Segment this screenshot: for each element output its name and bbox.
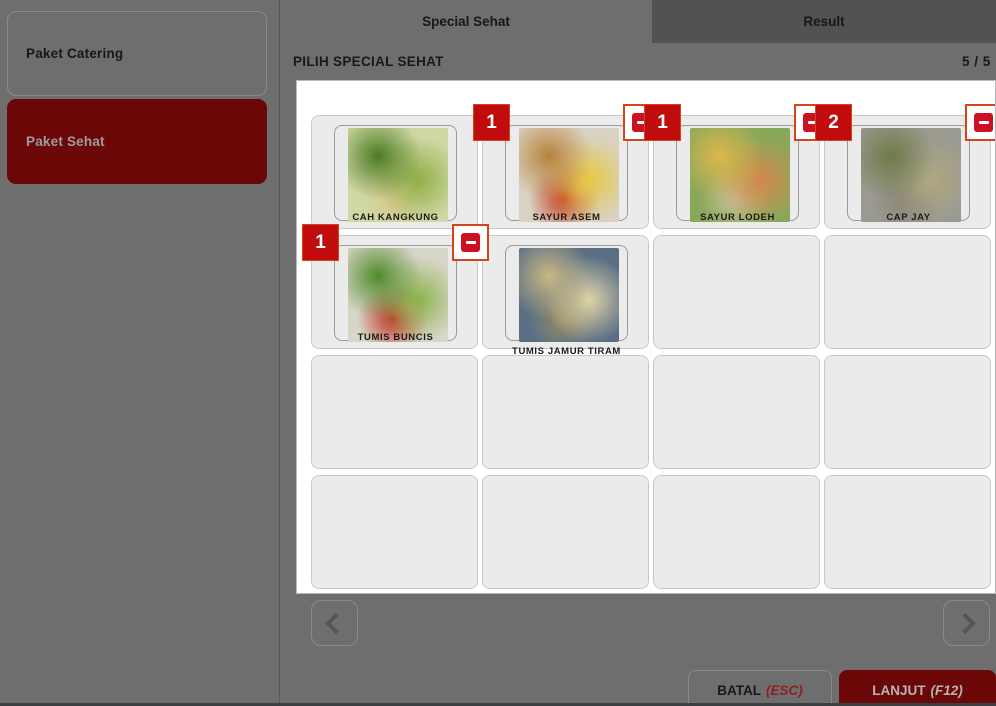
- menu-item-image: [519, 248, 619, 342]
- menu-card[interactable]: TUMIS BUNCIS 1: [302, 224, 489, 349]
- sidebar-item-paket-sehat[interactable]: Paket Sehat: [7, 99, 267, 184]
- menu-grid: CAH KANGKUNG SAYUR ASEM 1 SAYUR LODEH 1 CAP J…: [302, 104, 995, 593]
- menu-item-label: TUMIS BUNCIS: [357, 332, 434, 343]
- sidebar-item-paket-catering[interactable]: Paket Catering: [7, 11, 267, 96]
- menu-card-thumb-frame: TUMIS BUNCIS: [334, 245, 457, 343]
- decrease-quantity-button[interactable]: [965, 104, 995, 141]
- quantity-badge: 2: [815, 104, 852, 141]
- selection-counter: 5 / 5: [962, 54, 991, 69]
- menu-item-image: [519, 128, 619, 222]
- app-root: Paket Catering Paket Sehat Special Sehat…: [0, 0, 996, 706]
- quantity-badge: 1: [644, 104, 681, 141]
- minus-icon-bar: [465, 241, 476, 244]
- menu-card-empty: [311, 475, 478, 589]
- menu-item-label: SAYUR ASEM: [532, 212, 601, 223]
- cancel-button-label: BATAL: [717, 682, 761, 698]
- menu-card[interactable]: SAYUR ASEM 1: [473, 104, 660, 229]
- tab-label: Result: [803, 14, 845, 29]
- section-header: PILIH SPECIAL SEHAT 5 / 5: [280, 43, 996, 80]
- quantity-badge: 1: [302, 224, 339, 261]
- menu-card-empty: [311, 355, 478, 469]
- tab-special-sehat[interactable]: Special Sehat: [280, 0, 652, 43]
- sidebar-item-label: Paket Sehat: [26, 134, 105, 149]
- menu-card[interactable]: TUMIS JAMUR TIRAM: [482, 235, 649, 357]
- tab-result[interactable]: Result: [652, 0, 996, 43]
- menu-card-thumb-frame: CAP JAY: [847, 125, 970, 223]
- continue-button-shortcut: (F12): [930, 682, 963, 698]
- tab-bar: Special Sehat Result: [280, 0, 996, 43]
- menu-card-empty: [824, 475, 991, 589]
- menu-item-label: CAH KANGKUNG: [352, 212, 439, 223]
- menu-card-empty: [824, 355, 991, 469]
- quantity-badge: 1: [473, 104, 510, 141]
- menu-card[interactable]: CAP JAY 2: [815, 104, 995, 229]
- sidebar: Paket Catering Paket Sehat: [0, 0, 279, 703]
- page-title: PILIH SPECIAL SEHAT: [293, 54, 444, 69]
- menu-item-image: [861, 128, 961, 222]
- chevron-right-icon: [954, 612, 976, 634]
- tab-label: Special Sehat: [422, 14, 510, 29]
- menu-card-empty: [653, 355, 820, 469]
- menu-card-thumb-frame: SAYUR LODEH: [676, 125, 799, 223]
- pager-prev-button[interactable]: [311, 600, 358, 646]
- menu-grid-panel: CAH KANGKUNG SAYUR ASEM 1 SAYUR LODEH 1 CAP J…: [296, 80, 996, 594]
- chevron-left-icon: [325, 612, 347, 634]
- menu-item-label: CAP JAY: [886, 212, 931, 223]
- menu-card-thumb-frame: CAH KANGKUNG: [334, 125, 457, 223]
- menu-card-empty: [653, 475, 820, 589]
- menu-card[interactable]: SAYUR LODEH 1: [644, 104, 831, 229]
- minus-icon-bar: [978, 121, 989, 124]
- sidebar-item-label: Paket Catering: [26, 46, 124, 61]
- menu-card-thumb-frame: SAYUR ASEM: [505, 125, 628, 223]
- menu-card-empty: [482, 355, 649, 469]
- menu-card-empty: [824, 235, 991, 349]
- minus-icon: [461, 233, 480, 252]
- continue-button-label: LANJUT: [872, 682, 926, 698]
- menu-item-image: [348, 128, 448, 222]
- menu-card-thumb-frame: TUMIS JAMUR TIRAM: [505, 245, 628, 357]
- cancel-button[interactable]: BATAL (ESC): [688, 670, 832, 706]
- menu-item-image: [348, 248, 448, 342]
- menu-card-empty: [482, 475, 649, 589]
- cancel-button-shortcut: (ESC): [766, 682, 803, 698]
- menu-card-empty: [653, 235, 820, 349]
- pager-next-button[interactable]: [943, 600, 990, 646]
- sidebar-divider: [279, 0, 280, 703]
- decrease-quantity-button[interactable]: [452, 224, 489, 261]
- minus-icon: [974, 113, 993, 132]
- menu-item-image: [690, 128, 790, 222]
- menu-card[interactable]: CAH KANGKUNG: [311, 115, 478, 229]
- menu-item-label: SAYUR LODEH: [700, 212, 775, 223]
- continue-button[interactable]: LANJUT (F12): [839, 670, 996, 706]
